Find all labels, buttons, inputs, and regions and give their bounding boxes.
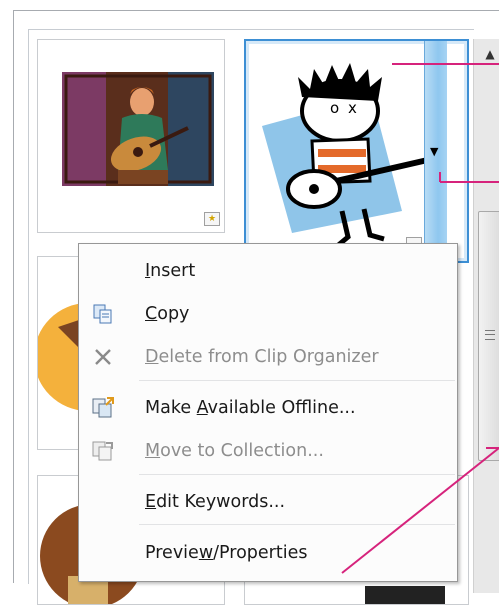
menu-item-delete-from-clip-organizer: Delete from Clip Organizer xyxy=(79,338,457,376)
offline-icon xyxy=(91,396,115,420)
clip-context-menu: Insert Copy Delete from Clip Organizer M… xyxy=(78,243,458,582)
scroll-up-arrow-icon[interactable]: ▲ xyxy=(474,39,499,69)
guitarist-clipart xyxy=(62,72,214,186)
menu-item-copy[interactable]: Copy xyxy=(79,295,457,333)
accel-letter: E xyxy=(145,492,157,512)
accel-letter: w xyxy=(198,543,214,563)
svg-text:o: o xyxy=(330,99,339,117)
menu-separator xyxy=(139,474,455,475)
clip-thumbnail-cartoon-guitar-selected[interactable]: o x ▼ xyxy=(244,39,469,263)
clip-dropdown-strip[interactable]: ▼ xyxy=(424,41,447,261)
menu-item-label: Move to Collection... xyxy=(145,441,324,461)
accel-letter: I xyxy=(145,261,151,281)
menu-item-label: Preview/Properties xyxy=(145,543,308,563)
menu-item-make-available-offline[interactable]: Make Available Offline... xyxy=(79,389,457,427)
svg-text:x: x xyxy=(348,99,357,117)
thumb-grip-icon xyxy=(485,330,495,340)
cartoon-guitarist-clipart: o x xyxy=(262,63,433,249)
menu-item-edit-keywords[interactable]: Edit Keywords... xyxy=(79,483,457,521)
scrollbar-thumb[interactable] xyxy=(478,211,499,461)
menu-item-label: Delete from Clip Organizer xyxy=(145,347,379,367)
menu-item-label: Insert xyxy=(145,261,196,281)
menu-separator xyxy=(139,380,455,381)
vertical-scrollbar[interactable]: ▲ xyxy=(473,39,499,593)
accel-letter: A xyxy=(196,398,208,418)
clip-type-badge: ★ xyxy=(204,212,220,226)
dropdown-arrow-icon[interactable]: ▼ xyxy=(430,145,438,158)
accel-letter: C xyxy=(145,304,158,324)
delete-x-icon xyxy=(91,345,115,369)
clip-thumbnail-guitarist[interactable]: ★ xyxy=(37,39,225,233)
menu-item-preview-properties[interactable]: Preview/Properties xyxy=(79,534,457,572)
accel-letter: M xyxy=(145,441,161,461)
copy-icon xyxy=(91,302,115,326)
menu-item-label: Make Available Offline... xyxy=(145,398,356,418)
menu-item-label: Edit Keywords... xyxy=(145,492,286,512)
accel-letter: D xyxy=(145,347,159,367)
menu-item-label: Copy xyxy=(145,304,190,324)
menu-item-move-to-collection: Move to Collection... xyxy=(79,432,457,470)
move-icon xyxy=(91,439,115,463)
menu-item-insert[interactable]: Insert xyxy=(79,252,457,290)
menu-separator xyxy=(139,524,455,525)
